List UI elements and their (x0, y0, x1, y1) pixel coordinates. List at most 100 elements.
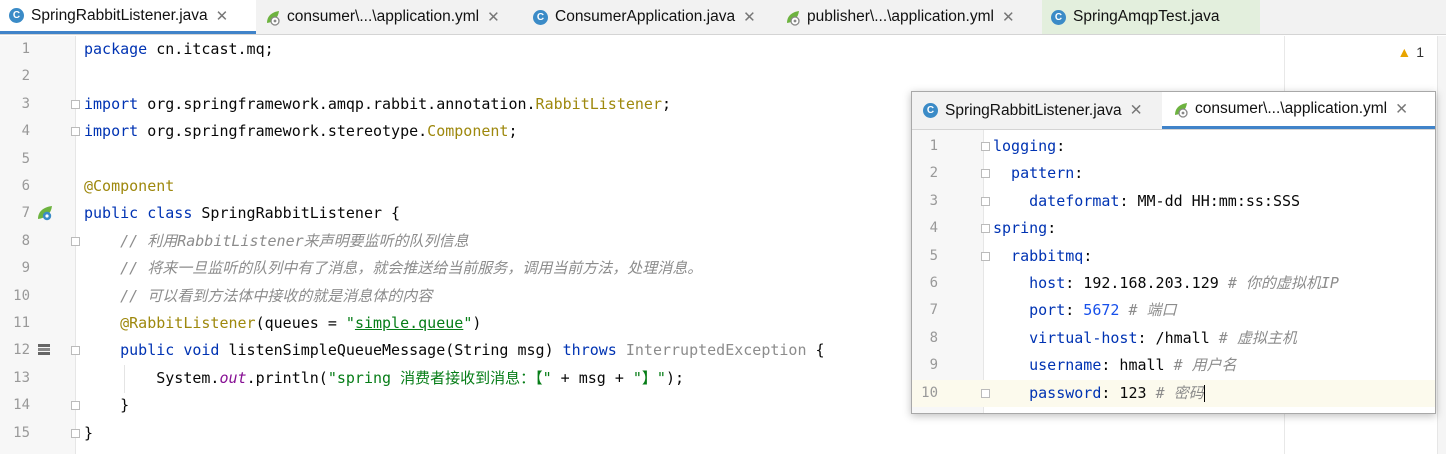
warning-icon: ▲ (1397, 44, 1412, 60)
yml-line: 5 rabbitmq: (912, 243, 1435, 270)
code-line: 2 (0, 63, 1284, 90)
popup-tab-spring-rabbit-listener[interactable]: C SpringRabbitListener.java ✕ (912, 92, 1162, 129)
fold-marker[interactable] (71, 346, 80, 356)
fold-marker[interactable] (981, 196, 990, 206)
yml-text[interactable]: dateformat: MM-dd HH:mm:ss:SSS (993, 188, 1300, 215)
line-number: 8 (21, 232, 30, 249)
yml-text[interactable]: password: 123 # 密码 (993, 380, 1205, 407)
tab-spring-amqp-test[interactable]: C SpringAmqpTest.java (1042, 0, 1260, 34)
editor-tab-bar: C SpringRabbitListener.java ✕ consumer\.… (0, 0, 1446, 35)
tab-label: consumer\...\application.yml (287, 8, 480, 25)
fold-marker[interactable] (981, 224, 990, 234)
line-number: 5 (929, 247, 938, 264)
inspection-widget[interactable]: ▲ 1 (1397, 44, 1424, 60)
close-icon[interactable]: ✕ (487, 8, 500, 26)
popup-tab-bar: C SpringRabbitListener.java ✕ consumer\.… (912, 92, 1435, 130)
line-number: 10 (13, 287, 30, 304)
code-text[interactable]: public void listenSimpleQueueMessage(Str… (84, 337, 824, 364)
yml-line: 2 pattern: (912, 160, 1435, 187)
close-icon[interactable]: ✕ (1002, 8, 1015, 26)
yml-line-current: 10 password: 123 # 密码 (912, 379, 1435, 407)
tab-label: consumer\...\application.yml (1195, 100, 1388, 117)
code-text[interactable]: import org.springframework.amqp.rabbit.a… (84, 91, 671, 118)
line-number: 4 (21, 123, 30, 140)
close-icon[interactable]: ✕ (743, 8, 756, 26)
line-number: 3 (929, 192, 938, 209)
yml-text[interactable]: logging: (993, 133, 1065, 160)
java-class-icon: C (922, 102, 939, 119)
tab-label: SpringRabbitListener.java (945, 101, 1122, 119)
yml-text[interactable]: pattern: (993, 160, 1083, 187)
code-text[interactable]: } (84, 392, 129, 419)
line-number: 3 (21, 95, 30, 112)
line-number: 4 (929, 220, 938, 237)
line-number: 13 (13, 369, 30, 386)
run-method-icon[interactable] (36, 342, 54, 360)
code-comment[interactable]: // 利用RabbitListener来声明要监听的队列信息 (84, 228, 469, 255)
code-comment[interactable]: // 可以看到方法体中接收的就是消息体的内容 (84, 283, 432, 310)
line-number: 8 (929, 329, 938, 346)
code-line: 15 } (0, 420, 1284, 447)
code-text[interactable]: } (84, 420, 93, 447)
vertical-scrollbar[interactable] (1437, 36, 1446, 454)
code-text[interactable]: @Component (84, 173, 174, 200)
popup-tab-consumer-application-yml[interactable]: consumer\...\application.yml ✕ (1162, 92, 1435, 129)
close-icon[interactable]: ✕ (1130, 101, 1143, 120)
yml-line: 4 spring: (912, 215, 1435, 242)
fold-marker[interactable] (71, 428, 80, 438)
fold-marker[interactable] (71, 236, 80, 246)
line-number: 7 (929, 302, 938, 319)
line-number: 6 (929, 275, 938, 291)
line-number: 6 (21, 178, 30, 194)
code-text[interactable]: @RabbitListener(queues = "simple.queue") (84, 310, 481, 337)
code-text[interactable]: import org.springframework.stereotype.Co… (84, 118, 517, 145)
quick-definition-popup: C SpringRabbitListener.java ✕ consumer\.… (911, 91, 1436, 414)
fold-marker[interactable] (981, 388, 990, 398)
fold-marker[interactable] (71, 99, 80, 109)
tab-label: ConsumerApplication.java (555, 8, 736, 25)
java-test-icon: C (1050, 9, 1067, 26)
line-number: 1 (21, 41, 30, 57)
line-number: 12 (13, 342, 30, 359)
line-number: 14 (13, 397, 30, 414)
yml-text[interactable]: virtual-host: /hmall # 虚拟主机 (993, 325, 1297, 352)
spring-yml-icon (1172, 101, 1189, 118)
tab-label: SpringAmqpTest.java (1073, 8, 1220, 25)
yml-text[interactable]: port: 5672 # 端口 (993, 297, 1176, 324)
line-number: 9 (929, 357, 938, 374)
yml-text[interactable]: rabbitmq: (993, 243, 1092, 270)
code-text[interactable]: package cn.itcast.mq; (84, 36, 274, 63)
line-number: 10 (921, 384, 938, 401)
tab-consumer-application-yml[interactable]: consumer\...\application.yml ✕ (256, 0, 524, 34)
close-icon[interactable]: ✕ (216, 7, 229, 25)
line-number: 9 (21, 260, 30, 277)
code-comment[interactable]: // 将来一旦监听的队列中有了消息，就会推送给当前服务，调用当前方法，处理消息。 (84, 255, 702, 282)
tab-publisher-application-yml[interactable]: publisher\...\application.yml ✕ (776, 0, 1042, 34)
line-number: 5 (21, 150, 30, 167)
tab-spring-rabbit-listener[interactable]: C SpringRabbitListener.java ✕ (0, 0, 256, 34)
tab-consumer-application[interactable]: C ConsumerApplication.java ✕ (524, 0, 776, 34)
fold-marker[interactable] (71, 127, 80, 137)
line-number: 15 (13, 424, 30, 441)
warning-count: 1 (1416, 44, 1424, 60)
fold-marker[interactable] (71, 401, 80, 411)
close-icon[interactable]: ✕ (1395, 100, 1408, 119)
code-text[interactable]: System.out.println("spring 消费者接收到消息：【" +… (84, 365, 684, 392)
yml-text[interactable]: username: hmall # 用户名 (993, 352, 1237, 379)
line-number: 2 (21, 68, 30, 85)
indent-guide (124, 365, 125, 393)
line-number: 1 (929, 138, 938, 154)
tab-label: publisher\...\application.yml (807, 8, 994, 25)
fold-marker[interactable] (981, 142, 990, 151)
fold-marker[interactable] (981, 169, 990, 179)
yml-line: 9 username: hmall # 用户名 (912, 352, 1435, 379)
code-text[interactable]: public class SpringRabbitListener { (84, 200, 400, 227)
yml-line: 3 dateformat: MM-dd HH:mm:ss:SSS (912, 188, 1435, 215)
spring-yml-icon (784, 9, 801, 26)
yml-text[interactable]: spring: (993, 215, 1056, 242)
yml-line: 1 logging: (912, 133, 1435, 160)
fold-marker[interactable] (981, 251, 990, 261)
yml-text[interactable]: host: 192.168.203.129 # 你的虚拟机IP (993, 270, 1339, 297)
spring-bean-icon[interactable] (36, 204, 54, 222)
yml-line: 8 virtual-host: /hmall # 虚拟主机 (912, 325, 1435, 352)
